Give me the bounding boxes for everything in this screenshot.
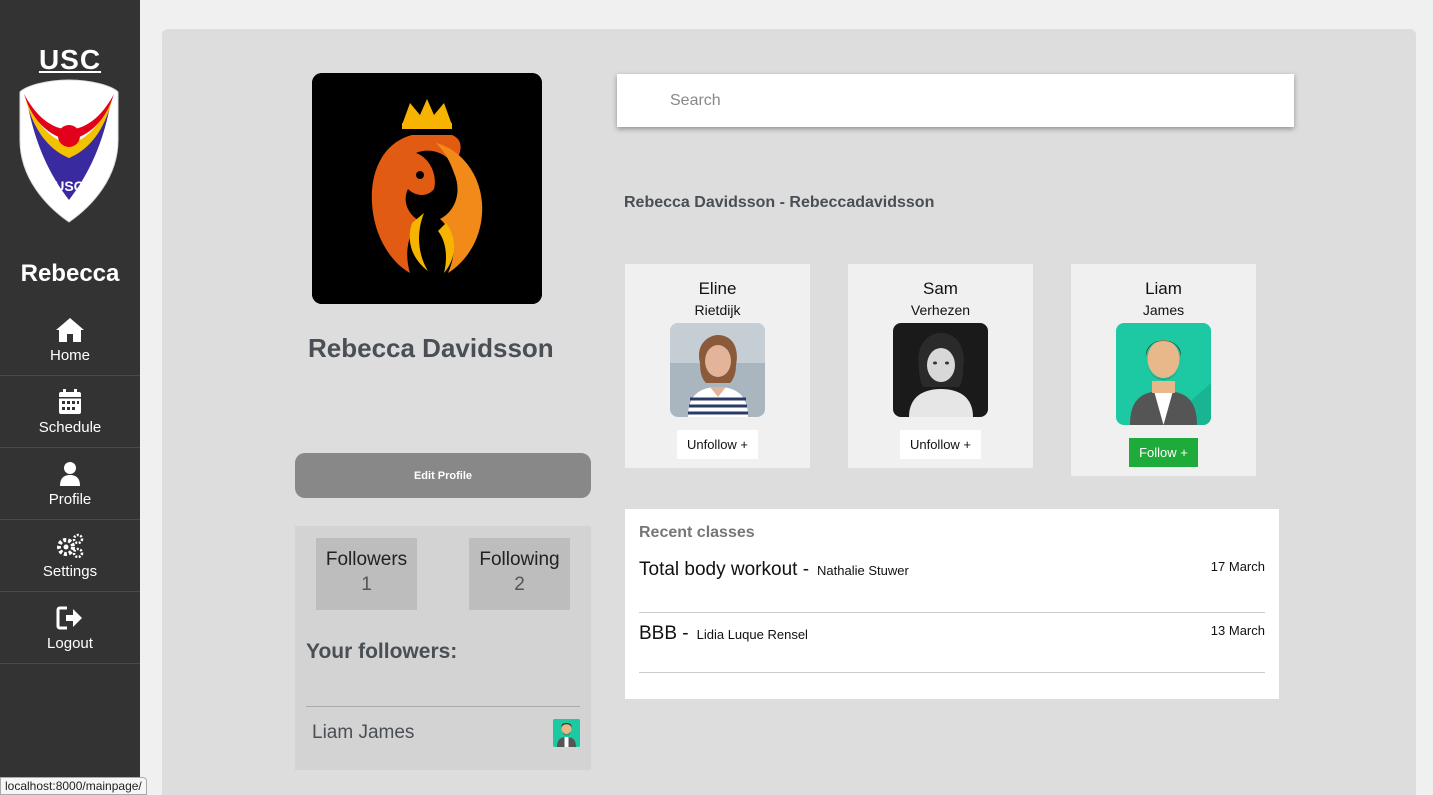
sidebar-nav: Home Schedule Profile Settings Logout [0, 304, 140, 664]
sidebar-item-label: Home [49, 346, 90, 364]
user-card: Eline Rietdijk Unfollow + [625, 264, 810, 468]
sidebar: USC USC Rebecca Home Schedule Profile Se… [0, 0, 140, 795]
following-count: 2 [514, 574, 525, 595]
user-photo [1116, 323, 1211, 425]
profile-handle: Rebecca Davidsson - Rebeccadavidsson [624, 194, 935, 211]
following-stat[interactable]: Following 2 [469, 538, 570, 610]
unfollow-button[interactable]: Unfollow + [676, 430, 759, 459]
lion-logo-image [312, 73, 542, 304]
main-panel: Rebecca Davidsson Edit Profile Followers… [162, 29, 1416, 795]
sidebar-item-label: Schedule [38, 418, 102, 436]
class-title: Total body workout - [639, 559, 810, 580]
user-last-name: James [1142, 302, 1185, 318]
logout-icon [56, 606, 82, 629]
follower-list-item[interactable]: Liam James [306, 716, 580, 750]
class-trainer: Nathalie Stuwer [817, 563, 909, 578]
user-first-name: Liam [1145, 279, 1182, 298]
user-card: Sam Verhezen Unfollow + [848, 264, 1033, 468]
profile-picture [312, 73, 542, 304]
user-card: Liam James Follow + [1071, 264, 1256, 476]
recent-classes-title: Recent classes [639, 524, 755, 541]
your-followers-heading: Your followers: [306, 640, 458, 663]
user-photo [670, 323, 765, 417]
usc-logo: USC [19, 79, 119, 223]
search-input[interactable] [617, 74, 1294, 127]
following-label: Following [479, 549, 560, 570]
followers-label: Followers [325, 549, 408, 570]
class-name: Total body workout - Nathalie Stuwer [639, 559, 909, 581]
user-last-name: Verhezen [910, 302, 971, 318]
class-title: BBB - [639, 623, 689, 644]
unfollow-button[interactable]: Unfollow + [899, 430, 982, 459]
avatar [553, 719, 580, 747]
follow-button[interactable]: Follow + [1129, 438, 1198, 467]
sidebar-item-label: Logout [47, 634, 93, 652]
class-row[interactable]: Total body workout - Nathalie Stuwer 17 M… [639, 559, 1265, 613]
user-photo [893, 323, 988, 417]
sidebar-item-logout[interactable]: Logout [0, 592, 140, 664]
user-first-name: Sam [923, 279, 958, 298]
sidebar-item-home[interactable]: Home [0, 304, 140, 376]
edit-profile-button[interactable]: Edit Profile [295, 453, 591, 498]
sidebar-item-label: Profile [48, 490, 92, 508]
class-date: 17 March [1210, 559, 1265, 574]
home-icon [56, 317, 84, 342]
status-bar-url: localhost:8000/mainpage/ [0, 777, 147, 795]
brand-title: USC [38, 44, 102, 75]
divider [306, 706, 580, 707]
class-row[interactable]: BBB - Lidia Luque Rensel 13 March [639, 623, 1265, 673]
class-date: 13 March [1210, 623, 1265, 638]
user-first-name: Eline [698, 279, 737, 298]
recent-classes-panel: Recent classes Total body workout - Natha… [625, 509, 1279, 699]
follow-stats-panel: Followers 1 Following 2 Your followers: … [295, 526, 591, 770]
sidebar-item-schedule[interactable]: Schedule [0, 376, 140, 448]
sidebar-user-name: Rebecca [20, 260, 120, 287]
class-name: BBB - Lidia Luque Rensel [639, 623, 808, 645]
class-trainer: Lidia Luque Rensel [696, 627, 808, 642]
followers-stat[interactable]: Followers 1 [316, 538, 417, 610]
follower-name: Liam James [312, 722, 415, 743]
gears-icon [57, 533, 84, 558]
sidebar-item-label: Settings [42, 562, 98, 580]
profile-full-name: Rebecca Davidsson [308, 333, 554, 363]
sidebar-item-settings[interactable]: Settings [0, 520, 140, 592]
logo-text: USC [54, 178, 84, 194]
calendar-icon [59, 388, 81, 414]
followers-count: 1 [361, 574, 372, 595]
user-icon [60, 461, 80, 486]
sidebar-item-profile[interactable]: Profile [0, 448, 140, 520]
user-last-name: Rietdijk [694, 302, 741, 318]
